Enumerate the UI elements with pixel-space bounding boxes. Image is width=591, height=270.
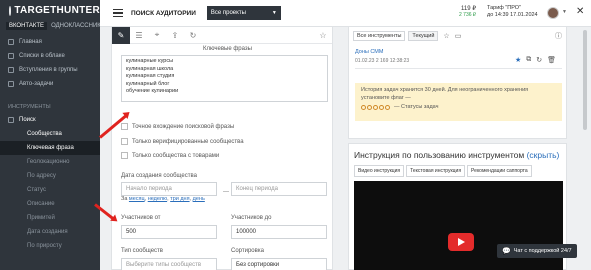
sidebar: TARGETHUNTER ВКОНТАКТЕ ОДНОКЛАССНИКИ Гла…	[0, 0, 105, 270]
sort-select[interactable]: Без сортировки	[231, 258, 327, 270]
tariff-info[interactable]: Тариф "ПРО" до 14:39 17.01.2024	[487, 5, 538, 19]
nav-primitives[interactable]: Примитей	[0, 211, 100, 225]
nav-geolocation[interactable]: Геолокационно	[0, 155, 100, 169]
hide-instructions-link[interactable]: (скрыть)	[527, 150, 560, 160]
chevron-down-icon[interactable]: ▼	[562, 9, 567, 15]
exact-match-checkbox[interactable]: Точное вхождение поисковой фразы	[121, 123, 234, 130]
task-row[interactable]: Доны СММ 01.02.23 2 169 12:38:23 ★ ⧉ ↻ 🗑	[355, 49, 562, 69]
scrollbar[interactable]	[583, 30, 587, 130]
nav-home[interactable]: Главная	[0, 35, 100, 49]
tab-text[interactable]: Текстовая инструкция	[406, 165, 466, 177]
star-icon[interactable]: ☆	[314, 27, 332, 44]
status-circle-icon	[367, 105, 372, 111]
page-title: ПОИСК АУДИТОРИИ	[131, 9, 196, 17]
phrases-label: Ключевые фразы	[203, 46, 252, 52]
nav-group-joins[interactable]: Вступления в группы	[0, 63, 100, 77]
search-icon	[8, 117, 14, 123]
refresh-icon[interactable]: ↻	[184, 27, 202, 44]
clock-icon	[8, 81, 14, 87]
members-from-input[interactable]: 500	[121, 225, 217, 239]
members-from-label: Участников от	[121, 215, 161, 221]
status-circle-icon	[373, 105, 378, 111]
community-type-label: Тип сообществ	[121, 248, 163, 254]
cloud-icon	[8, 53, 14, 59]
tasks-panel: Все инструменты Текущий ☆ ▭ ⓘ Доны СММ 0…	[348, 27, 567, 139]
source-vk[interactable]: ВКОНТАКТЕ	[6, 22, 48, 30]
status-circle-icon	[379, 105, 384, 111]
nav-search[interactable]: Поиск	[0, 113, 100, 127]
source-switch: ВКОНТАКТЕ ОДНОКЛАССНИКИ	[0, 21, 105, 31]
avatar[interactable]	[547, 7, 559, 19]
sort-label: Сортировка	[231, 248, 264, 254]
nav-keyword-phrase[interactable]: Ключевая фраза	[0, 141, 100, 155]
members-to-input[interactable]: 100000	[231, 225, 327, 239]
date-to-input[interactable]: Конец периода	[231, 182, 327, 196]
source-ok[interactable]: ОДНОКЛАССНИКИ	[51, 23, 105, 29]
nav-status[interactable]: Статус	[0, 183, 100, 197]
phrases-textarea[interactable]: кулинарные курсы кулинарная школа кулина…	[121, 55, 328, 102]
refresh-icon[interactable]: ↻	[536, 56, 542, 64]
support-chat-button[interactable]: 💬 Чат с поддержкой 24/7	[497, 244, 577, 258]
goods-only-checkbox[interactable]: Только сообщества с товарами	[121, 152, 219, 159]
nav-communities[interactable]: Сообщества	[0, 127, 100, 141]
nav-section-tools: ИНСТРУМЕНТЫ	[8, 104, 51, 110]
task-status-legend: — Статусы задач	[361, 104, 556, 112]
brand[interactable]: TARGETHUNTER	[0, 0, 100, 21]
location-icon[interactable]: ⌖	[148, 27, 166, 44]
nav-by-growth[interactable]: По приросту	[0, 239, 100, 253]
period-week-link[interactable]: неделю	[148, 196, 167, 202]
search-form: ✎ ☰ ⌖ ⇪ ↻ ☆ Ключевые фразы кулинарные ку…	[111, 26, 333, 270]
instructions-tabs: Видео инструкция Текстовая инструкция Ре…	[349, 160, 566, 177]
group-icon	[8, 67, 14, 73]
chat-icon: 💬	[502, 248, 511, 255]
star-icon[interactable]: ☆	[443, 32, 449, 40]
balance[interactable]: 119 ₽ 2 736 ₽	[459, 5, 476, 18]
history-notice: История задач хранится 30 дней. Для неог…	[355, 83, 562, 121]
menu-icon[interactable]	[113, 7, 123, 20]
period-month-link[interactable]: месяц	[129, 196, 145, 202]
list-icon[interactable]: ☰	[130, 27, 148, 44]
task-title[interactable]: Доны СММ	[355, 49, 562, 55]
tasks-tabs: Все инструменты Текущий ☆ ▭ ⓘ	[349, 27, 566, 41]
chevron-down-icon: ▼	[271, 10, 277, 16]
close-icon[interactable]: ✕	[576, 6, 584, 17]
trash-icon[interactable]: 🗑	[547, 56, 556, 64]
tab-current[interactable]: Текущий	[408, 30, 439, 41]
star-icon[interactable]: ★	[515, 56, 521, 64]
copy-icon[interactable]: ⧉	[526, 56, 531, 64]
date-separator: —	[223, 189, 229, 195]
nav-creation-date[interactable]: Дата создания	[0, 225, 100, 239]
period-3days-link[interactable]: три дня	[170, 196, 189, 202]
nav-auto-tasks[interactable]: Авто-задачи	[0, 77, 100, 91]
tab-support[interactable]: Рекомендации саппорта	[467, 165, 532, 177]
tab-all-tools[interactable]: Все инструменты	[353, 30, 406, 41]
verified-only-checkbox[interactable]: Только верифицированные сообщества	[121, 138, 244, 145]
upload-icon[interactable]: ⇪	[166, 27, 184, 44]
quick-period-links: За месяц, неделю, три дня, день	[121, 196, 205, 202]
logo-icon	[9, 5, 18, 16]
folder-icon[interactable]: ▭	[455, 32, 462, 40]
status-circle-icon	[361, 105, 366, 111]
form-toolbar: ✎ ☰ ⌖ ⇪ ↻ ☆	[112, 26, 332, 44]
project-select[interactable]: Все проекты ▼	[206, 6, 281, 20]
topbar: ПОИСК АУДИТОРИИ Все проекты ▼ 119 ₽ 2 73…	[100, 0, 591, 27]
community-type-select[interactable]: Выберите типы сообществ	[121, 258, 217, 270]
period-day-link[interactable]: день	[193, 196, 205, 202]
nav-cloud-lists[interactable]: Списки в облаке	[0, 49, 100, 63]
members-to-label: Участников до	[231, 215, 272, 221]
date-from-input[interactable]: Начало периода	[121, 182, 217, 196]
tab-video[interactable]: Видео инструкция	[354, 165, 405, 177]
edit-icon[interactable]: ✎	[112, 26, 130, 44]
info-icon[interactable]: ⓘ	[555, 31, 562, 41]
task-actions: ★ ⧉ ↻ 🗑	[515, 56, 556, 64]
home-icon	[8, 39, 14, 45]
status-circle-icon	[385, 105, 390, 111]
instructions-title: Инструкция по пользованию инструментом (…	[354, 150, 560, 160]
nav-description[interactable]: Описание	[0, 197, 100, 211]
brand-name: TARGETHUNTER	[14, 5, 100, 16]
play-icon[interactable]	[448, 233, 474, 251]
creation-date-label: Дата создания сообщества	[121, 173, 197, 179]
nav-by-address[interactable]: По адресу	[0, 169, 100, 183]
